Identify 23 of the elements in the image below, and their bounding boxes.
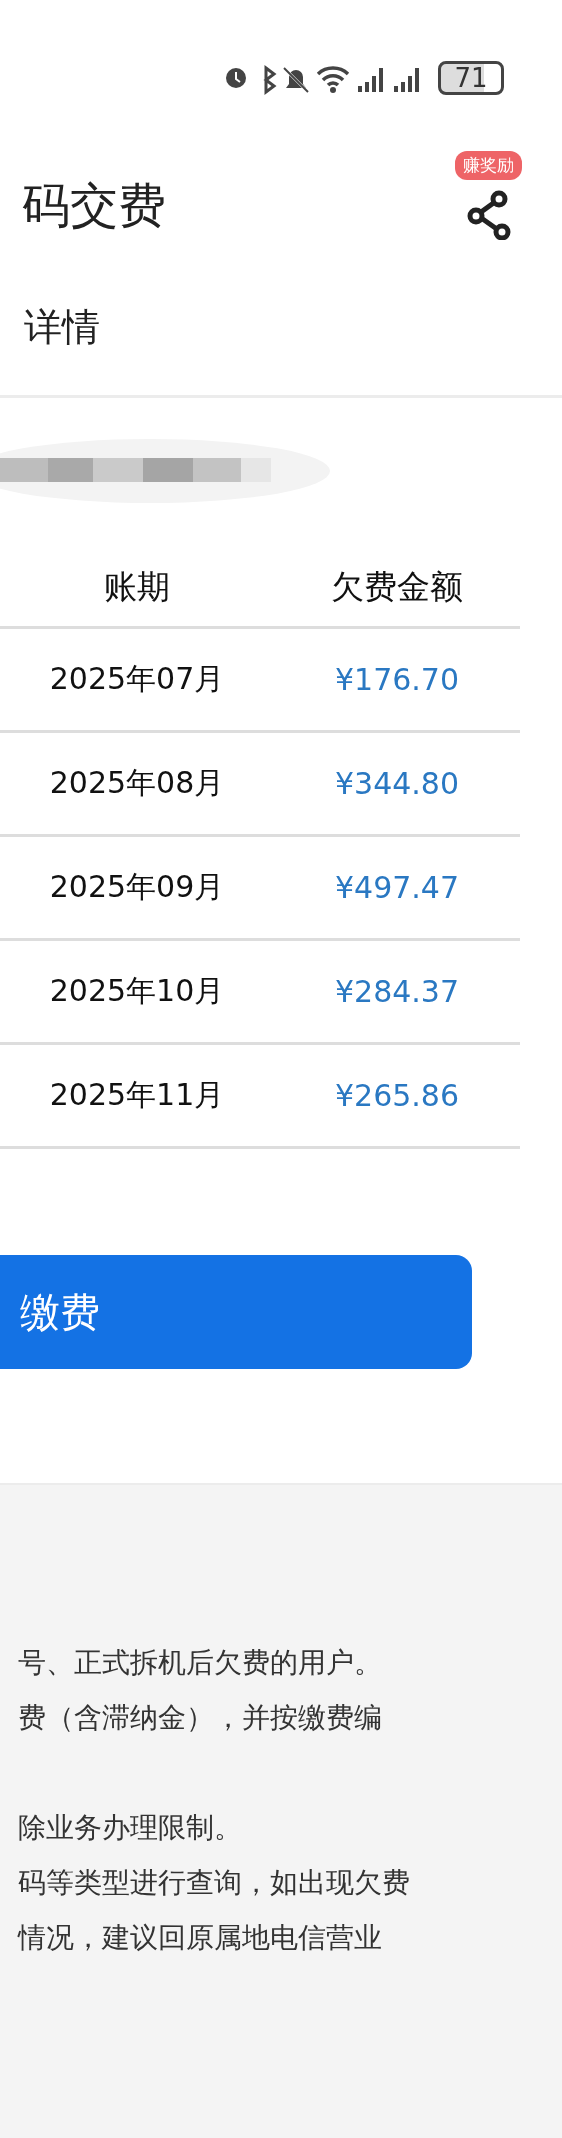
table-cell-text: 2025年10月 xyxy=(48,972,226,1010)
table-cell-text: ¥497.47 xyxy=(333,870,461,905)
section-title: 详情 xyxy=(23,304,101,351)
note-text: 除业务办理限制。 xyxy=(18,1810,242,1846)
note-text: 情况，建议回原属地电信营业 xyxy=(18,1920,382,1956)
table-cell-text: ¥284.37 xyxy=(333,974,461,1009)
note-text: 码等类型进行查询，如出现欠费 xyxy=(18,1865,410,1901)
share-icon[interactable] xyxy=(466,190,511,240)
page-title: 码交费 xyxy=(22,176,166,235)
note-text: 费（含滞纳金），并按缴费编 xyxy=(18,1700,382,1736)
column-header: 欠费金额 xyxy=(330,565,464,608)
pay-button[interactable]: 缴费 xyxy=(0,1255,472,1369)
table-cell-text: 2025年07月 xyxy=(48,660,226,698)
table-cell-text: 2025年08月 xyxy=(48,764,226,802)
reward-badge: 赚奖励 xyxy=(455,151,522,180)
table-cell-text: ¥176.70 xyxy=(333,662,461,697)
table-cell-text: ¥344.80 xyxy=(333,766,461,801)
note-text: 号、正式拆机后欠费的用户。 xyxy=(18,1645,382,1681)
battery-icon: 71 xyxy=(438,61,504,95)
table-cell-text: 2025年09月 xyxy=(48,868,226,906)
column-header: 账期 xyxy=(103,565,171,608)
table-cell-text: 2025年11月 xyxy=(48,1076,226,1114)
table-cell-text: ¥265.86 xyxy=(333,1078,461,1113)
